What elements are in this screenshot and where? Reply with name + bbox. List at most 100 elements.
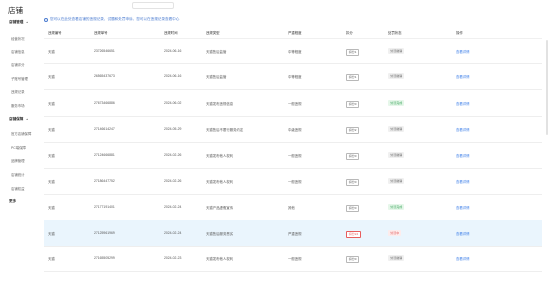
status-badge: 处罚撤销: [388, 178, 405, 184]
table-cell: 2024-06-16: [164, 74, 182, 78]
table-cell: 27124666881: [94, 153, 115, 157]
column-header: 处罚状态: [388, 31, 402, 35]
table-cell: 2024-06-02: [164, 101, 182, 105]
table-cell: 天猫: [48, 206, 55, 210]
table-row[interactable]: 天猫 27146614247 2024-05-29 天猫售后不履行服务约定 中级违规 扣分…: [44, 116, 542, 143]
violations-table: 违规编号 违规单号 违规时间 违规类型 严重程度 扣分 处罚状态 操作 天猫 237265466…: [44, 26, 542, 272]
column-header: 扣分: [346, 31, 353, 35]
scrollbar[interactable]: [546, 40, 548, 135]
table-cell: 一般违规: [288, 154, 302, 158]
points-tag: 扣分1: [346, 73, 360, 81]
sidebar-item[interactable]: PC端保障: [11, 145, 26, 150]
table-cell: 23726546651: [94, 49, 115, 53]
table-cell: 天猫: [48, 154, 55, 158]
view-details-link[interactable]: 查看详情: [456, 231, 470, 236]
notice-text: 您可以在此处查看店铺的违规记录、试题和处罚申诉。您可以在违规记录查看中心: [50, 17, 180, 21]
view-details-link[interactable]: 查看详情: [456, 153, 470, 158]
view-details-link[interactable]: 查看详情: [456, 49, 470, 54]
table-cell: 一般违规: [288, 257, 302, 261]
sidebar-item[interactable]: 经营状况: [11, 36, 25, 41]
table-cell: 中等程度: [288, 75, 302, 79]
table-cell: 2024-05-29: [164, 127, 182, 131]
table-cell: 严重违规: [288, 232, 302, 236]
table-cell: 天猫售后监管: [206, 75, 227, 79]
sidebar-item[interactable]: 店铺权益: [11, 186, 25, 191]
table-cell: 天猫售后不履行服务约定: [206, 128, 244, 132]
points-tag: 扣分0: [346, 178, 360, 186]
status-badge: 处罚撤销: [388, 48, 405, 54]
table-cell: 中级违规: [288, 128, 302, 132]
sidebar-item[interactable]: 店铺统计: [11, 172, 25, 177]
points-tag: 扣分0: [346, 152, 360, 160]
sidebar-item[interactable]: 店铺评分: [11, 62, 25, 67]
column-header: 违规编号: [48, 31, 62, 35]
table-cell: 2024-02-23: [164, 256, 182, 260]
table-row[interactable]: 天猫 27124666881 2024-02-26 天猫发布他人权利 一般违规 扣分0 处罚…: [44, 142, 542, 169]
table-cell: 27125961969: [94, 231, 115, 235]
table-cell: 天猫: [48, 50, 55, 54]
table-cell: 其他: [288, 206, 295, 210]
table-cell: 天猫售后监管: [206, 50, 227, 54]
table-row[interactable]: 天猫 23726546651 2024-06-16 天猫售后监管 中等程度 扣分1 处罚撤销…: [44, 38, 542, 64]
sidebar-item[interactable]: 违规记录: [11, 89, 25, 94]
chevron-up-icon: ▴: [26, 117, 28, 121]
table-cell: 27177191401: [94, 205, 115, 209]
table-row[interactable]: 天猫 27673466886 2024-06-02 天猫发布违规信息 一般违规 扣分0 处罚…: [44, 89, 542, 117]
table-cell: 天猫: [48, 128, 55, 132]
view-details-link[interactable]: 查看详情: [456, 256, 470, 261]
table-row[interactable]: 天猫 27165505299 2024-02-23 天猫发布他人权利 一般违规 扣分0 处罚…: [44, 245, 542, 272]
sidebar-item[interactable]: 品牌管理: [11, 158, 25, 163]
column-header: 违规类型: [206, 31, 220, 35]
column-header: 操作: [456, 31, 463, 35]
sidebar-item[interactable]: 店铺信息: [11, 49, 25, 54]
view-details-link[interactable]: 查看详情: [456, 101, 470, 106]
view-details-link[interactable]: 查看详情: [456, 179, 470, 184]
table-cell: 一般违规: [288, 102, 302, 106]
table-cell: 天猫: [48, 102, 55, 106]
table-cell: 天猫: [48, 232, 55, 236]
column-header: 违规单号: [94, 31, 108, 35]
table-row[interactable]: 天猫 27125961969 2024-02-24 天猫售后服务恶劣 严重违规 扣分24 处…: [44, 220, 542, 247]
table-cell: 27146614247: [94, 127, 115, 131]
sidebar-item[interactable]: 官方店铺保障: [11, 131, 31, 136]
table-cell: 天猫产品虚假宣传: [206, 206, 234, 210]
chevron-up-icon: ▴: [26, 20, 28, 24]
table-row[interactable]: 天猫 26565437673 2024-06-16 天猫售后监管 中等程度 扣分1 处罚撤销…: [44, 63, 542, 90]
table-cell: 2024-02-24: [164, 205, 182, 209]
info-icon: [44, 17, 48, 22]
sidebar-group[interactable]: 更多: [9, 199, 16, 204]
table-cell: 天猫售后服务恶劣: [206, 232, 234, 236]
points-tag: 扣分0: [346, 255, 360, 263]
table-cell: 天猫发布他人权利: [206, 154, 234, 158]
table-cell: 26565437673: [94, 74, 115, 78]
sidebar-group-label: 更多: [9, 199, 17, 203]
table-cell: 天猫: [48, 257, 55, 261]
table-row[interactable]: 天猫 27186447752 2024-02-26 天猫发布他人权利 一般违规 扣分0 处罚…: [44, 168, 542, 195]
table-cell: 27186447752: [94, 179, 115, 183]
top-search-input[interactable]: [132, 2, 174, 9]
table-cell: 天猫发布违规信息: [206, 102, 234, 106]
status-badge: 处罚撤销: [388, 152, 405, 158]
table-cell: 2024-02-26: [164, 153, 182, 157]
sidebar-item[interactable]: 服务市场: [11, 103, 25, 108]
view-details-link[interactable]: 查看详情: [456, 205, 470, 210]
table-cell: 27673466886: [94, 101, 115, 105]
table-cell: 天猫发布他人权利: [206, 257, 234, 261]
points-tag: 扣分1: [346, 48, 360, 56]
points-tag: 扣分24: [346, 230, 361, 238]
sidebar-group[interactable]: 店铺保障 ▴: [9, 117, 28, 122]
table-cell: 2024-02-26: [164, 179, 182, 183]
sidebar: 店铺管理 ▴ 经营状况店铺信息店铺评分子账号管理违规记录服务市场店铺保障 ▴ 官方店铺保…: [0, 15, 42, 291]
status-badge: 处罚撤销: [388, 126, 405, 132]
points-tag: 扣分0: [346, 100, 360, 108]
table-cell: 一般违规: [288, 180, 302, 184]
status-badge: 处罚撤销: [388, 73, 405, 79]
status-badge: 处罚完成: [388, 100, 405, 106]
sidebar-item[interactable]: 子账号管理: [11, 76, 28, 81]
view-details-link[interactable]: 查看详情: [456, 127, 470, 132]
sidebar-group[interactable]: 店铺管理 ▴: [9, 20, 28, 25]
view-details-link[interactable]: 查看详情: [456, 74, 470, 79]
points-tag: 扣分0: [346, 204, 360, 212]
notice-bar: 您可以在此处查看店铺的违规记录、试题和处罚申诉。您可以在违规记录查看中心: [44, 17, 179, 22]
table-row[interactable]: 天猫 27177191401 2024-02-24 天猫产品虚假宣传 其他 扣分0 处罚完成…: [44, 194, 542, 221]
